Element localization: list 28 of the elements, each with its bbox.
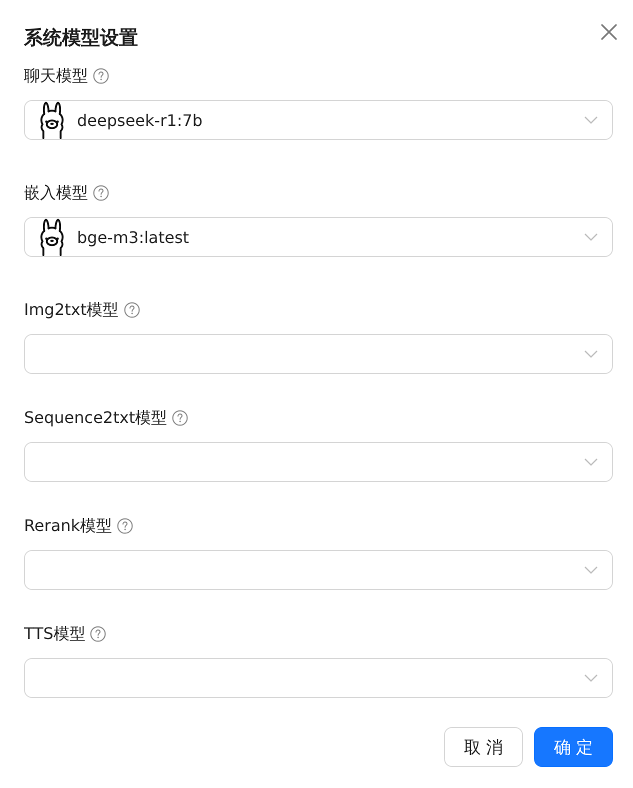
- field-label: Img2txt模型: [24, 299, 119, 321]
- chevron-down-icon: [584, 674, 598, 682]
- llama-icon: [38, 218, 66, 256]
- model-select[interactable]: deepseek-r1:7b: [24, 100, 613, 140]
- chevron-down-icon: [584, 233, 598, 241]
- dialog-button[interactable]: 确 定: [534, 727, 613, 767]
- help-icon[interactable]: [93, 68, 109, 84]
- selected-value: deepseek-r1:7b: [77, 110, 203, 130]
- field-label: 嵌入模型: [24, 182, 88, 204]
- field-label: Sequence2txt模型: [24, 407, 168, 429]
- chevron-down-icon: [584, 350, 598, 358]
- help-icon[interactable]: [117, 518, 134, 534]
- help-icon[interactable]: [90, 626, 106, 642]
- help-icon[interactable]: [124, 302, 140, 318]
- model-select[interactable]: bge-m3:latest: [24, 217, 613, 257]
- chevron-down-icon: [584, 116, 598, 124]
- field-label: TTS模型: [24, 623, 86, 645]
- help-icon[interactable]: [93, 185, 109, 201]
- llama-icon: [38, 101, 66, 139]
- close-icon[interactable]: [601, 24, 617, 40]
- field-label: Rerank模型: [24, 515, 112, 537]
- field-label: 聊天模型: [24, 65, 88, 87]
- dialog-button[interactable]: 取 消: [444, 727, 523, 767]
- help-icon[interactable]: [172, 410, 188, 426]
- chevron-down-icon: [584, 566, 598, 574]
- selected-value: bge-m3:latest: [77, 228, 190, 246]
- chevron-down-icon: [584, 458, 598, 466]
- dialog-title: 系统模型设置: [24, 26, 138, 50]
